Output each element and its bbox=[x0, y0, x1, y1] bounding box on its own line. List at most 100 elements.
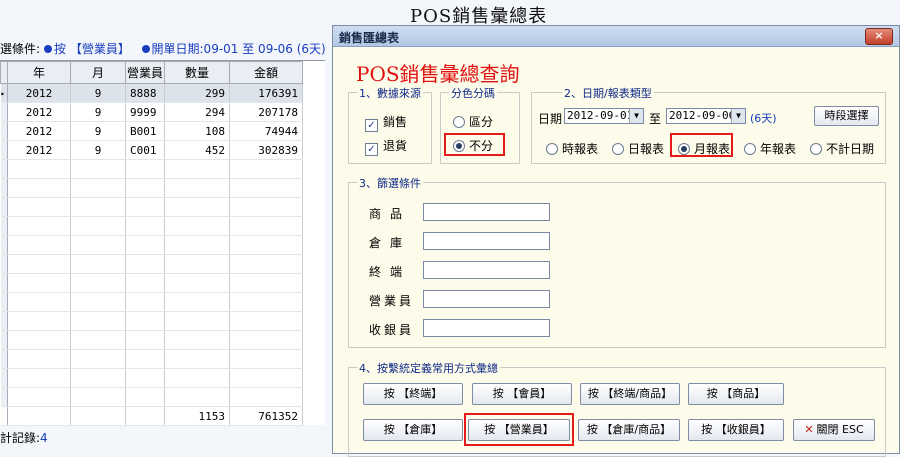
dialog-titlebar[interactable]: 銷售匯總表 × bbox=[333, 26, 899, 47]
chevron-down-icon[interactable]: ▼ bbox=[731, 109, 745, 123]
grid-gap bbox=[325, 60, 332, 424]
by-warehouse-product-button[interactable]: 按 【倉庫/商品】 bbox=[578, 419, 680, 441]
by-cashier-button[interactable]: 按 【收銀員】 bbox=[688, 419, 784, 441]
total-qty: 1153 bbox=[164, 406, 230, 426]
date-to-picker[interactable]: 2012-09-06 ▼ bbox=[666, 108, 746, 124]
col-qty[interactable]: 數量 bbox=[164, 61, 230, 84]
date-from-picker[interactable]: 2012-09-01 ▼ bbox=[564, 108, 644, 124]
chevron-down-icon[interactable]: ▼ bbox=[629, 109, 643, 123]
cashier-label: 收銀員 bbox=[369, 323, 415, 337]
empty-row bbox=[0, 254, 303, 274]
empty-cell bbox=[7, 197, 71, 217]
row-header bbox=[0, 140, 8, 160]
empty-cell bbox=[125, 216, 165, 236]
by-member-button[interactable]: 按 【會員】 bbox=[472, 383, 572, 405]
by-terminal-product-button[interactable]: 按 【終端/商品】 bbox=[580, 383, 680, 405]
row-header bbox=[0, 197, 8, 217]
date-filter: 開單日期:09-01 至 09-06 (6天) bbox=[151, 42, 326, 56]
table-row[interactable]: 2012 9 C001 452 302839 bbox=[0, 140, 303, 160]
terminal-label: 終端 bbox=[369, 265, 412, 279]
cell-amount: 176391 bbox=[229, 83, 303, 103]
radio-hourly[interactable]: 時報表 bbox=[546, 140, 598, 157]
period-select-button[interactable]: 時段選擇 bbox=[814, 106, 879, 126]
empty-cell bbox=[7, 406, 71, 426]
radio-nodate[interactable]: 不計日期 bbox=[810, 140, 874, 157]
col-month[interactable]: 月 bbox=[70, 61, 126, 84]
filter-by: 按 【營業員】 bbox=[54, 42, 130, 56]
sales-checkbox[interactable]: ✓ 銷售 bbox=[365, 113, 407, 132]
row-header bbox=[0, 273, 8, 293]
empty-cell bbox=[229, 254, 303, 274]
empty-cell bbox=[7, 349, 71, 369]
return-checkbox[interactable]: ✓ 退貨 bbox=[365, 137, 407, 156]
product-input[interactable] bbox=[423, 203, 550, 221]
row-header bbox=[0, 292, 8, 312]
check-icon: ✓ bbox=[365, 119, 378, 132]
terminal-input[interactable] bbox=[423, 261, 550, 279]
by-product-button[interactable]: 按 【商品】 bbox=[688, 383, 784, 405]
empty-row bbox=[0, 330, 303, 350]
cell-amount: 207178 bbox=[229, 102, 303, 122]
report-grid[interactable]: 年 月 營業員 數量 金額 ▸ 2012 9 8888 299 176391 2012 9 99… bbox=[0, 60, 325, 426]
empty-cell bbox=[70, 311, 126, 331]
table-row[interactable]: ▸ 2012 9 8888 299 176391 bbox=[0, 83, 303, 103]
date-to-value: 2012-09-06 bbox=[669, 109, 736, 122]
empty-cell bbox=[70, 406, 126, 426]
row-header bbox=[0, 178, 8, 198]
table-row[interactable]: 2012 9 9999 294 207178 bbox=[0, 102, 303, 122]
empty-cell bbox=[125, 387, 165, 407]
empty-cell bbox=[164, 178, 230, 198]
col-amount[interactable]: 金額 bbox=[229, 61, 303, 84]
row-header bbox=[0, 159, 8, 179]
empty-cell bbox=[229, 330, 303, 350]
empty-cell bbox=[164, 292, 230, 312]
row-header bbox=[0, 235, 8, 255]
empty-cell bbox=[70, 368, 126, 388]
window-close-button[interactable]: × bbox=[865, 28, 893, 45]
cell-month: 9 bbox=[70, 102, 126, 122]
empty-cell bbox=[164, 368, 230, 388]
empty-cell bbox=[7, 235, 71, 255]
check-icon: ✓ bbox=[365, 143, 378, 156]
row-header bbox=[0, 311, 8, 331]
summary-group: 4、按繫統定義常用方式彙總 bbox=[348, 360, 886, 457]
cell-qty: 294 bbox=[164, 102, 230, 122]
cell-staff: C001 bbox=[125, 140, 165, 160]
cashier-input[interactable] bbox=[423, 319, 550, 337]
highlight-by-staff bbox=[464, 413, 574, 446]
color-size-legend: 分色分碼 bbox=[449, 85, 497, 101]
staff-input[interactable] bbox=[423, 290, 550, 308]
col-year[interactable]: 年 bbox=[7, 61, 71, 84]
empty-cell bbox=[164, 254, 230, 274]
empty-row bbox=[0, 159, 303, 179]
data-source-legend: 1、數據來源 bbox=[357, 85, 423, 101]
empty-cell bbox=[229, 387, 303, 407]
empty-row bbox=[0, 178, 303, 198]
cell-year: 2012 bbox=[7, 121, 71, 141]
empty-row bbox=[0, 387, 303, 407]
empty-cell bbox=[164, 235, 230, 255]
row-header bbox=[0, 368, 8, 388]
empty-cell bbox=[70, 159, 126, 179]
radio-yearly[interactable]: 年報表 bbox=[744, 140, 796, 157]
radio-split[interactable]: 區分 bbox=[453, 113, 493, 130]
cell-qty: 452 bbox=[164, 140, 230, 160]
radio-hourly-label: 時報表 bbox=[562, 142, 599, 156]
empty-cell bbox=[125, 235, 165, 255]
empty-cell bbox=[229, 311, 303, 331]
empty-cell bbox=[7, 178, 71, 198]
radio-split-label: 區分 bbox=[469, 115, 494, 129]
warehouse-input[interactable] bbox=[423, 232, 550, 250]
empty-cell bbox=[70, 178, 126, 198]
close-esc-button[interactable]: ✕ 關閉 ESC bbox=[793, 419, 875, 441]
by-warehouse-button[interactable]: 按 【倉庫】 bbox=[363, 419, 463, 441]
empty-cell bbox=[70, 349, 126, 369]
row-header bbox=[0, 349, 8, 369]
cell-staff: 8888 bbox=[125, 83, 165, 103]
empty-cell bbox=[70, 235, 126, 255]
radio-daily[interactable]: 日報表 bbox=[612, 140, 664, 157]
col-staff[interactable]: 營業員 bbox=[125, 61, 165, 84]
by-terminal-button[interactable]: 按 【終端】 bbox=[363, 383, 463, 405]
empty-cell bbox=[125, 406, 165, 426]
table-row[interactable]: 2012 9 B001 108 74944 bbox=[0, 121, 303, 141]
